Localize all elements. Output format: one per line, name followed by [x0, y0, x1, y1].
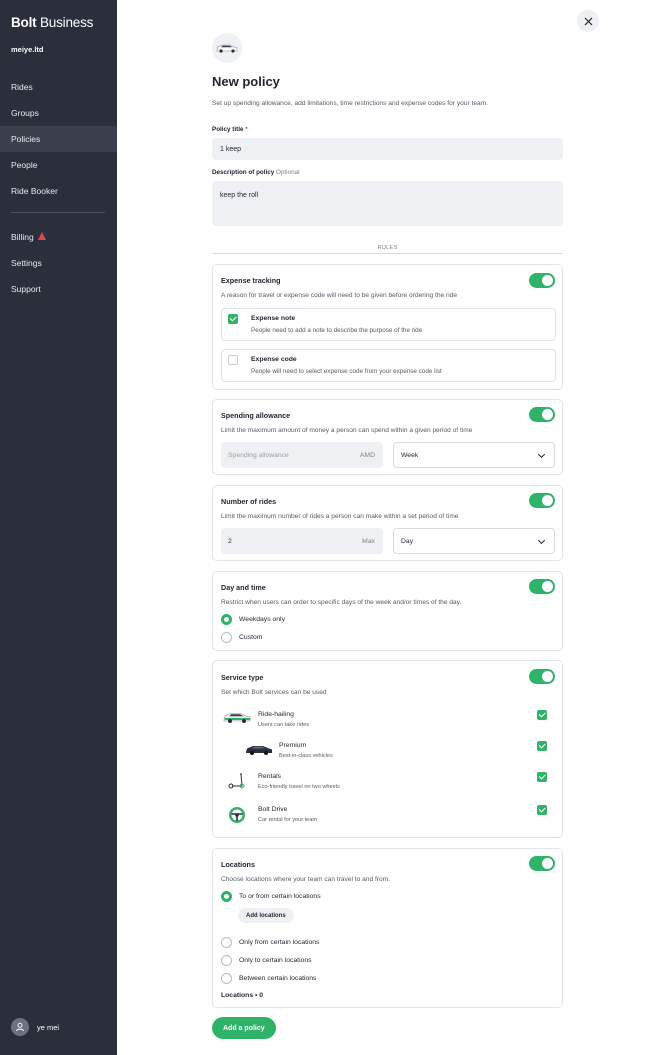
- custom-label: Custom: [239, 634, 263, 641]
- only-to-label: Only to certain locations: [239, 957, 312, 964]
- locations-toggle[interactable]: [529, 856, 555, 871]
- between-radio[interactable]: [221, 973, 232, 984]
- spending-allowance-toggle[interactable]: [529, 407, 555, 422]
- premium-desc: Best-in-class vehicles: [279, 753, 333, 759]
- number-of-rides-desc: Limit the maximum number of rides a pers…: [221, 513, 459, 520]
- day-and-time-card: Day and time Restrict when users can ord…: [212, 571, 563, 651]
- rules-divider: [212, 253, 563, 254]
- policy-title-label: Policy title *: [212, 126, 248, 133]
- sidebar-item-people[interactable]: People: [0, 152, 117, 178]
- only-from-radio[interactable]: [221, 937, 232, 948]
- sidebar-item-billing[interactable]: Billing: [0, 224, 117, 250]
- add-locations-button[interactable]: Add locations: [238, 908, 294, 923]
- locations-title: Locations: [221, 860, 255, 869]
- add-policy-button[interactable]: Add a policy: [212, 1017, 276, 1039]
- expense-code-title: Expense code: [251, 356, 297, 363]
- expense-tracking-toggle[interactable]: [529, 273, 555, 288]
- user-name: ye mei: [37, 1022, 60, 1032]
- locations-desc: Choose locations where your team can tra…: [221, 876, 390, 883]
- expense-note-desc: People need to add a note to describe th…: [251, 327, 423, 334]
- service-type-toggle[interactable]: [529, 669, 555, 684]
- currency-label: AMD: [359, 451, 375, 459]
- rides-count-input[interactable]: 2 Max: [221, 528, 383, 554]
- weekdays-only-radio[interactable]: [221, 614, 232, 625]
- sidebar-item-rides[interactable]: Rides: [0, 74, 117, 100]
- user-menu[interactable]: ye mei: [11, 1018, 59, 1036]
- locations-card: Locations Choose locations where your te…: [212, 848, 563, 1008]
- policy-title-input[interactable]: 1 keep: [212, 138, 563, 160]
- expense-tracking-card: Expense tracking A reason for travel or …: [212, 264, 563, 390]
- number-of-rides-card: Number of rides Limit the maximum number…: [212, 485, 563, 561]
- spending-allowance-input[interactable]: Spending allowance AMD: [221, 442, 383, 468]
- expense-tracking-desc: A reason for travel or expense code will…: [221, 292, 458, 299]
- premium-checkbox[interactable]: [537, 741, 547, 751]
- chevron-down-icon: [537, 450, 546, 459]
- spending-allowance-desc: Limit the maximum amount of money a pers…: [221, 427, 473, 434]
- day-and-time-title: Day and time: [221, 583, 266, 592]
- expense-tracking-title: Expense tracking: [221, 276, 281, 285]
- expense-note-option[interactable]: Expense note People need to add a note t…: [221, 308, 556, 341]
- premium-title: Premium: [279, 742, 307, 749]
- ride-hailing-checkbox[interactable]: [537, 710, 547, 720]
- service-type-desc: Set which Bolt services can be used: [221, 689, 327, 696]
- expense-code-option[interactable]: Expense code People will need to select …: [221, 349, 556, 382]
- policy-car-icon: [212, 33, 242, 63]
- custom-radio[interactable]: [221, 632, 232, 643]
- to-or-from-label: To or from certain locations: [239, 893, 321, 900]
- rentals-title: Rentals: [258, 773, 282, 780]
- sidebar-item-groups[interactable]: Groups: [0, 100, 117, 126]
- description-label: Description of policy Optional: [212, 169, 300, 176]
- to-or-from-radio[interactable]: [221, 891, 232, 902]
- description-input[interactable]: keep the roll: [212, 181, 563, 226]
- scooter-icon: [227, 772, 247, 790]
- bolt-drive-title: Bolt Drive: [258, 806, 288, 813]
- page-subtitle: Set up spending allowance, add limitatio…: [212, 100, 488, 107]
- bolt-drive-desc: Car rental for your team: [258, 817, 318, 823]
- sidebar-item-support[interactable]: Support: [0, 276, 117, 302]
- ride-hailing-title: Ride-hailing: [258, 711, 294, 718]
- expense-code-checkbox[interactable]: [228, 355, 238, 365]
- day-and-time-toggle[interactable]: [529, 579, 555, 594]
- close-icon: [584, 17, 592, 25]
- sidebar: Bolt Business meiye.ltd Rides Groups Pol…: [0, 0, 117, 1055]
- close-button[interactable]: [577, 10, 599, 32]
- locations-count: Locations • 0: [221, 992, 264, 999]
- sidebar-item-policies[interactable]: Policies: [0, 126, 117, 152]
- max-label: Max: [362, 537, 375, 545]
- organization-name: meiye.ltd: [11, 45, 44, 54]
- steering-wheel-icon: [227, 805, 247, 825]
- warning-icon: [37, 232, 46, 240]
- spending-allowance-title: Spending allowance: [221, 411, 291, 420]
- sidebar-divider: [11, 212, 105, 213]
- user-avatar-icon: [11, 1018, 29, 1036]
- number-of-rides-toggle[interactable]: [529, 493, 555, 508]
- sidebar-item-settings[interactable]: Settings: [0, 250, 117, 276]
- day-and-time-desc: Restrict when users can order to specifi…: [221, 599, 462, 606]
- chevron-down-icon: [537, 536, 546, 545]
- brand-logo[interactable]: Bolt Business: [11, 15, 93, 30]
- service-type-card: Service type Set which Bolt services can…: [212, 660, 563, 838]
- premium-car-icon: [244, 742, 274, 756]
- rides-period-select[interactable]: Day: [393, 528, 555, 554]
- only-to-radio[interactable]: [221, 955, 232, 966]
- service-type-title: Service type: [221, 673, 264, 682]
- rentals-desc: Eco-friendly travel on two wheels: [258, 784, 340, 790]
- expense-note-title: Expense note: [251, 315, 296, 322]
- weekdays-only-label: Weekdays only: [239, 616, 285, 623]
- bolt-drive-checkbox[interactable]: [537, 805, 547, 815]
- rentals-checkbox[interactable]: [537, 772, 547, 782]
- car-icon: [222, 710, 252, 724]
- expense-note-checkbox[interactable]: [228, 314, 238, 324]
- between-label: Between certain locations: [239, 975, 317, 982]
- spending-period-select[interactable]: Week: [393, 442, 555, 468]
- expense-code-desc: People will need to select expense code …: [251, 368, 442, 375]
- sidebar-item-ride-booker[interactable]: Ride Booker: [0, 178, 117, 204]
- ride-hailing-desc: Users can take rides: [258, 722, 309, 728]
- number-of-rides-title: Number of rides: [221, 497, 277, 506]
- page-title: New policy: [212, 74, 280, 89]
- spending-allowance-card: Spending allowance Limit the maximum amo…: [212, 399, 563, 475]
- only-from-label: Only from certain locations: [239, 939, 320, 946]
- rules-divider-label: RULES: [377, 245, 398, 251]
